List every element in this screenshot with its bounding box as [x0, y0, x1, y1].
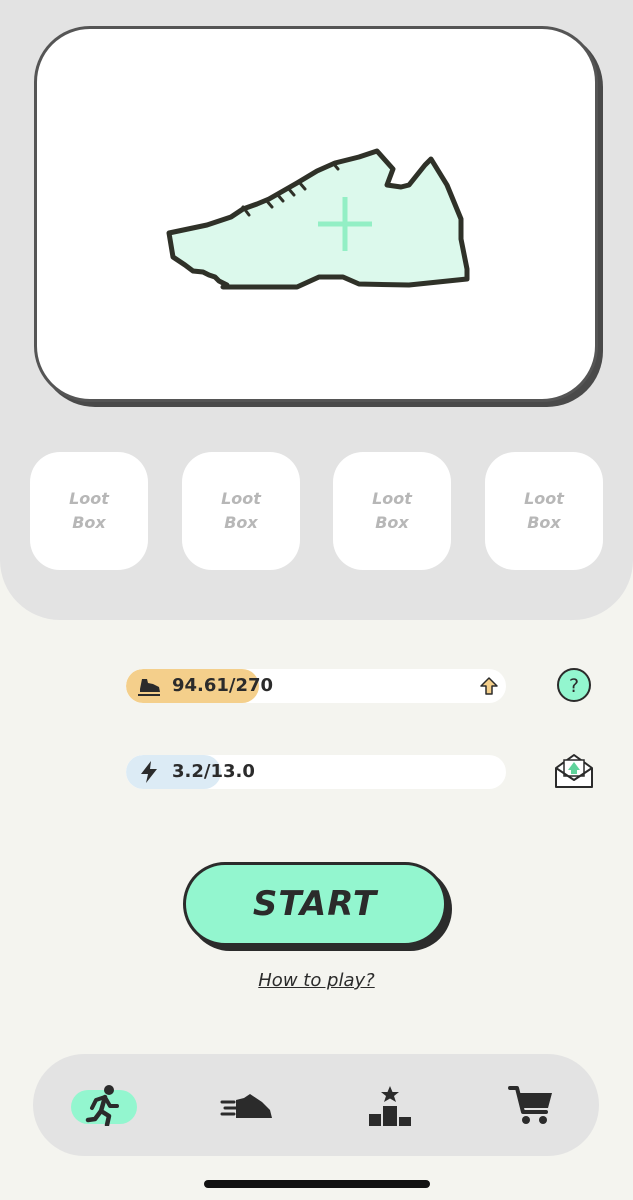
loot-box-slot-3[interactable]: Loot Box: [333, 452, 451, 570]
start-button-label: START: [252, 884, 378, 924]
sneaker-outline-icon: [166, 148, 470, 290]
nav-tab-sneakers[interactable]: [214, 1076, 284, 1134]
podium-icon: [369, 1086, 411, 1126]
upgrade-arrow-icon[interactable]: [479, 676, 499, 696]
help-button-label: ?: [569, 675, 579, 697]
energy-value: 3.2/13.0: [172, 761, 255, 782]
loot-box-label: Loot: [372, 489, 412, 508]
running-shoe-icon: [138, 679, 160, 696]
loot-box-label: Loot: [524, 489, 564, 508]
loot-box-label: Loot: [221, 489, 261, 508]
running-person-icon: [85, 1085, 119, 1126]
top-panel: Loot Box Loot Box Loot Box Loot Box: [0, 0, 633, 620]
envelope-icon: [555, 754, 593, 788]
home-indicator: [204, 1180, 430, 1188]
distance-value: 94.61/270: [172, 675, 274, 696]
sneaker-slot-card[interactable]: [34, 26, 598, 402]
energy-bar: 3.2/13.0: [126, 755, 506, 789]
nav-tab-shop[interactable]: [493, 1076, 563, 1134]
loot-box-slot-2[interactable]: Loot Box: [182, 452, 300, 570]
distance-bar: 94.61/270: [126, 669, 506, 703]
loot-box-slot-1[interactable]: Loot Box: [30, 452, 148, 570]
nav-tab-run[interactable]: [69, 1076, 139, 1134]
loot-box-label: Loot: [69, 489, 109, 508]
loot-box-row: Loot Box Loot Box Loot Box Loot Box: [0, 452, 633, 570]
loot-box-label: Box: [224, 513, 258, 532]
loot-box-label: Box: [375, 513, 409, 532]
loot-box-slot-4[interactable]: Loot Box: [485, 452, 603, 570]
help-button[interactable]: ?: [556, 667, 592, 703]
bottom-nav-bar: [33, 1054, 599, 1156]
loot-box-label: Box: [72, 513, 106, 532]
start-button[interactable]: START: [183, 862, 447, 946]
cart-icon: [508, 1086, 552, 1124]
mail-button[interactable]: [553, 752, 595, 790]
how-to-play-link[interactable]: How to play?: [0, 970, 633, 991]
nav-tab-leaderboard[interactable]: [353, 1076, 423, 1134]
sneaker-icon: [220, 1094, 272, 1118]
lightning-icon: [141, 761, 157, 783]
loot-box-label: Box: [527, 513, 561, 532]
question-icon: ?: [557, 668, 591, 702]
